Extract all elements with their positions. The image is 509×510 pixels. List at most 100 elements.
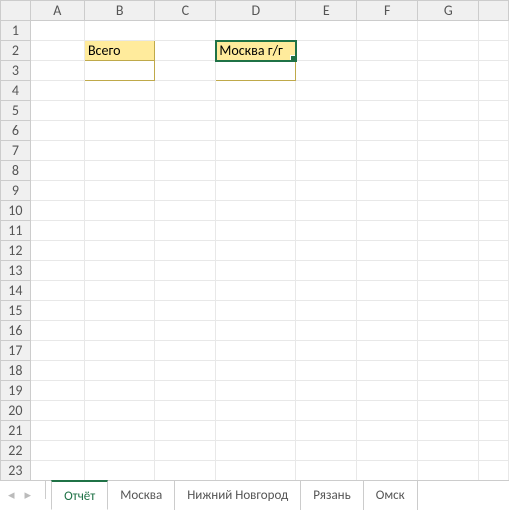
cell-E14[interactable] (296, 281, 357, 301)
cell-F19[interactable] (357, 381, 418, 401)
cell-B1[interactable] (84, 21, 154, 41)
cell-G7[interactable] (418, 141, 479, 161)
cell-B18[interactable] (84, 361, 154, 381)
cell-C10[interactable] (155, 201, 216, 221)
cell-E20[interactable] (296, 401, 357, 421)
cell-D22[interactable] (216, 441, 296, 461)
cell-G13[interactable] (418, 261, 479, 281)
cell-A5[interactable] (30, 101, 84, 121)
cell-E8[interactable] (296, 161, 357, 181)
row-header-11[interactable]: 11 (1, 221, 31, 241)
cell-G1[interactable] (418, 21, 479, 41)
cell-F15[interactable] (357, 301, 418, 321)
cell-G6[interactable] (418, 121, 479, 141)
cell-C9[interactable] (155, 181, 216, 201)
cell-C15[interactable] (155, 301, 216, 321)
cell-D20[interactable] (216, 401, 296, 421)
cell-A7[interactable] (30, 141, 84, 161)
tab-nav-prev[interactable]: ◂ (8, 488, 15, 503)
cell-F18[interactable] (357, 361, 418, 381)
cell-C3[interactable] (155, 61, 216, 81)
cell-A21[interactable] (30, 421, 84, 441)
cell-C21[interactable] (155, 421, 216, 441)
cell-E23[interactable] (296, 461, 357, 481)
sheet-tab-0[interactable]: Отчёт (51, 480, 108, 510)
cell-G9[interactable] (418, 181, 479, 201)
cell-D4[interactable] (216, 81, 296, 101)
cell-C11[interactable] (155, 221, 216, 241)
cell-D6[interactable] (216, 121, 296, 141)
cell-G3[interactable] (418, 61, 479, 81)
cell-D1[interactable] (216, 21, 296, 41)
cell-A23[interactable] (30, 461, 84, 481)
cell-G16[interactable] (418, 321, 479, 341)
cell-E11[interactable] (296, 221, 357, 241)
cell-D15[interactable] (216, 301, 296, 321)
cell-C2[interactable] (155, 41, 216, 61)
cell-B20[interactable] (84, 401, 154, 421)
column-header-A[interactable]: A (30, 1, 84, 21)
cell-B12[interactable] (84, 241, 154, 261)
cell-E5[interactable] (296, 101, 357, 121)
cell-E2[interactable] (296, 41, 357, 61)
cell-F10[interactable] (357, 201, 418, 221)
cell-A13[interactable] (30, 261, 84, 281)
cell-B11[interactable] (84, 221, 154, 241)
cell-B16[interactable] (84, 321, 154, 341)
cell-F2[interactable] (357, 41, 418, 61)
cell-D23[interactable] (216, 461, 296, 481)
cell-D21[interactable] (216, 421, 296, 441)
cell-B6[interactable] (84, 121, 154, 141)
cell-G14[interactable] (418, 281, 479, 301)
cell-C4[interactable] (155, 81, 216, 101)
row-header-16[interactable]: 16 (1, 321, 31, 341)
cell-C1[interactable] (155, 21, 216, 41)
row-header-22[interactable]: 22 (1, 441, 31, 461)
cell-F9[interactable] (357, 181, 418, 201)
tab-nav-next[interactable]: ▸ (25, 488, 32, 503)
cell-D5[interactable] (216, 101, 296, 121)
cell-A20[interactable] (30, 401, 84, 421)
row-header-15[interactable]: 15 (1, 301, 31, 321)
cell-E9[interactable] (296, 181, 357, 201)
cell-F13[interactable] (357, 261, 418, 281)
cell-A22[interactable] (30, 441, 84, 461)
cell-E6[interactable] (296, 121, 357, 141)
cell-E1[interactable] (296, 21, 357, 41)
cell-G19[interactable] (418, 381, 479, 401)
cell-B21[interactable] (84, 421, 154, 441)
sheet-tab-2[interactable]: Нижний Новгород (175, 480, 301, 510)
cell-D2[interactable]: Москва г/г (216, 41, 296, 61)
cell-B2[interactable]: Всего (84, 41, 154, 61)
cell-F7[interactable] (357, 141, 418, 161)
cell-D18[interactable] (216, 361, 296, 381)
cell-C23[interactable] (155, 461, 216, 481)
cell-E4[interactable] (296, 81, 357, 101)
cell-D11[interactable] (216, 221, 296, 241)
cell-E10[interactable] (296, 201, 357, 221)
row-header-12[interactable]: 12 (1, 241, 31, 261)
cell-G10[interactable] (418, 201, 479, 221)
cell-C17[interactable] (155, 341, 216, 361)
cell-F1[interactable] (357, 21, 418, 41)
cell-E16[interactable] (296, 321, 357, 341)
cell-F6[interactable] (357, 121, 418, 141)
cell-B5[interactable] (84, 101, 154, 121)
cell-G2[interactable] (418, 41, 479, 61)
cell-D12[interactable] (216, 241, 296, 261)
row-header-23[interactable]: 23 (1, 461, 31, 481)
cell-D19[interactable] (216, 381, 296, 401)
cell-E12[interactable] (296, 241, 357, 261)
row-header-1[interactable]: 1 (1, 21, 31, 41)
cell-E15[interactable] (296, 301, 357, 321)
row-header-19[interactable]: 19 (1, 381, 31, 401)
cell-C7[interactable] (155, 141, 216, 161)
cell-B15[interactable] (84, 301, 154, 321)
cell-G4[interactable] (418, 81, 479, 101)
cell-E3[interactable] (296, 61, 357, 81)
cell-G18[interactable] (418, 361, 479, 381)
cell-F22[interactable] (357, 441, 418, 461)
cell-D13[interactable] (216, 261, 296, 281)
cell-A18[interactable] (30, 361, 84, 381)
row-header-18[interactable]: 18 (1, 361, 31, 381)
